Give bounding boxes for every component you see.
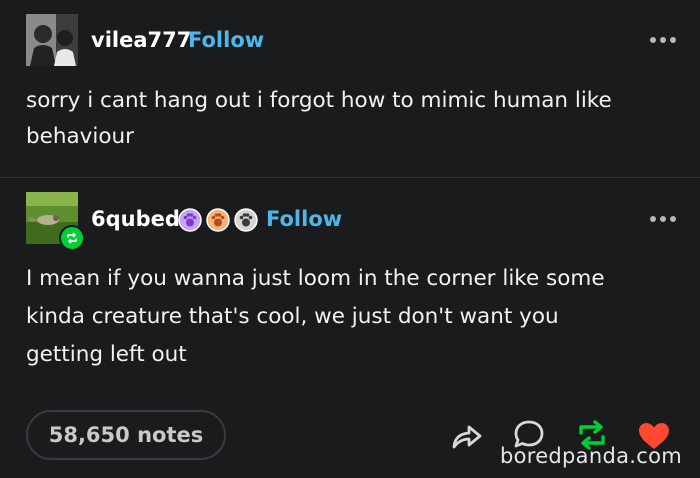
post-1-username[interactable]: vilea777 xyxy=(91,28,191,52)
notes-count-button[interactable]: 58,650 notes xyxy=(26,410,226,460)
post-1-text-line-1: sorry i cant hang out i forgot how to mi… xyxy=(26,88,612,113)
avatar-vilea777[interactable] xyxy=(26,14,78,66)
post-2-text-line-1: I mean if you wanna just loom in the cor… xyxy=(26,266,605,291)
reblog-badge-icon xyxy=(59,225,85,251)
post-1-follow-button[interactable]: Follow xyxy=(188,28,264,52)
post-2-follow-button[interactable]: Follow xyxy=(266,207,342,231)
avatar-photo-icon xyxy=(26,14,78,66)
post-1-text-line-2: behaviour xyxy=(26,124,134,149)
post-2-username[interactable]: 6qubed xyxy=(91,207,180,231)
gray-paw-badge-icon[interactable] xyxy=(234,208,258,232)
boredpanda-watermark: boredpanda.com xyxy=(499,444,682,468)
purple-paw-badge-icon[interactable] xyxy=(178,208,202,232)
post-2-more-options-icon[interactable] xyxy=(650,216,676,222)
post-2-text-line-2: kinda creature that's cool, we just don'… xyxy=(26,304,559,329)
orange-paw-badge-icon[interactable] xyxy=(206,208,230,232)
post-2-text-line-3: getting left out xyxy=(26,342,187,367)
post-divider xyxy=(0,177,700,178)
post-1-more-options-icon[interactable] xyxy=(650,37,676,43)
share-icon[interactable] xyxy=(450,421,484,451)
avatar-6qubed[interactable] xyxy=(26,192,85,251)
